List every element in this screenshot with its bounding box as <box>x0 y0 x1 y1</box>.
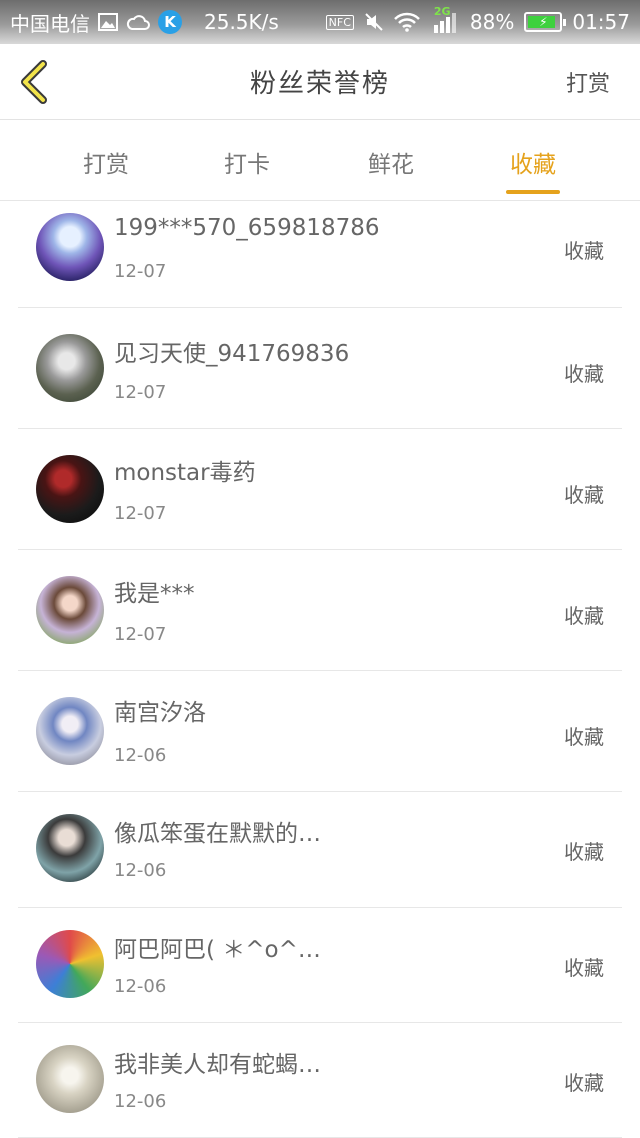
tab-flowers[interactable]: 鲜花 <box>341 145 441 179</box>
list-item-name: 我是*** <box>114 581 195 607</box>
list-item[interactable]: 199***570_659818786 12-07 收藏 <box>18 201 622 308</box>
avatar <box>36 334 104 402</box>
tab-bar: 打赏 打卡 鲜花 收藏 <box>0 121 640 201</box>
active-tab-indicator <box>506 190 560 194</box>
list-item-action: 收藏 <box>564 239 604 263</box>
mute-icon <box>364 12 384 32</box>
list-item-action: 收藏 <box>564 725 604 749</box>
list-item[interactable]: 我是*** 12-07 收藏 <box>18 550 622 671</box>
list-item-name: 见习天使_941769836 <box>114 341 350 367</box>
reward-button[interactable]: 打赏 <box>566 66 610 98</box>
list-item-date: 12-07 <box>114 624 167 645</box>
battery-percent: 88% <box>469 10 515 34</box>
list-item-name: 阿巴阿巴( ＊^o^… <box>114 937 321 963</box>
avatar <box>36 697 104 765</box>
list-item[interactable]: 我非美人却有蛇蝎… 12-06 收藏 <box>18 1023 622 1138</box>
list-item-date: 12-07 <box>114 261 167 282</box>
app-header: 粉丝荣誉榜 打赏 <box>0 44 640 120</box>
network-type: 2G <box>433 5 451 18</box>
cloud-icon <box>126 14 150 30</box>
list-item[interactable]: 像瓜笨蛋在默默的… 12-06 收藏 <box>18 792 622 908</box>
list-item[interactable]: 阿巴阿巴( ＊^o^… 12-06 收藏 <box>18 908 622 1023</box>
network-speed: 25.5K/s <box>204 10 279 34</box>
list-item-name: 199***570_659818786 <box>114 215 380 241</box>
list-item-name: 像瓜笨蛋在默默的… <box>114 821 321 847</box>
avatar <box>36 930 104 998</box>
list-item-date: 12-07 <box>114 382 167 403</box>
fan-list: 199***570_659818786 12-07 收藏 见习天使_941769… <box>18 201 622 1138</box>
k-app-icon: K <box>158 10 182 34</box>
list-item-action: 收藏 <box>564 483 604 507</box>
list-item-action: 收藏 <box>564 956 604 980</box>
list-item-name: monstar毒药 <box>114 460 256 486</box>
tab-reward[interactable]: 打赏 <box>56 145 156 179</box>
list-item-action: 收藏 <box>564 604 604 628</box>
list-item-name: 南宫汐洛 <box>114 700 206 726</box>
avatar <box>36 213 104 281</box>
list-item-date: 12-06 <box>114 1091 167 1112</box>
list-item-date: 12-06 <box>114 745 167 766</box>
list-item-date: 12-06 <box>114 860 167 881</box>
list-item[interactable]: 南宫汐洛 12-06 收藏 <box>18 671 622 792</box>
avatar <box>36 1045 104 1113</box>
tab-checkin[interactable]: 打卡 <box>197 145 297 179</box>
avatar <box>36 814 104 882</box>
list-item-action: 收藏 <box>564 840 604 864</box>
battery-icon: ⚡ <box>524 12 567 32</box>
signal-icon: 2G <box>430 5 460 33</box>
list-item-name: 我非美人却有蛇蝎… <box>114 1052 321 1078</box>
clock: 01:57 <box>572 10 630 34</box>
charging-icon: ⚡ <box>539 15 548 29</box>
list-item-date: 12-07 <box>114 503 167 524</box>
status-bar: 中国电信 K 25.5K/s NFC 2G 88% ⚡ 01:57 <box>0 0 640 44</box>
list-item[interactable]: monstar毒药 12-07 收藏 <box>18 429 622 550</box>
list-item-action: 收藏 <box>564 1071 604 1095</box>
avatar <box>36 576 104 644</box>
nfc-icon: NFC <box>325 14 354 30</box>
list-item[interactable]: 见习天使_941769836 12-07 收藏 <box>18 308 622 429</box>
carrier-label: 中国电信 <box>10 11 90 36</box>
page-title: 粉丝荣誉榜 <box>249 69 390 99</box>
list-item-action: 收藏 <box>564 362 604 386</box>
wifi-icon <box>394 12 420 32</box>
avatar <box>36 455 104 523</box>
list-item-date: 12-06 <box>114 976 167 997</box>
tab-favorites[interactable]: 收藏 <box>483 145 583 179</box>
image-icon <box>98 13 118 31</box>
